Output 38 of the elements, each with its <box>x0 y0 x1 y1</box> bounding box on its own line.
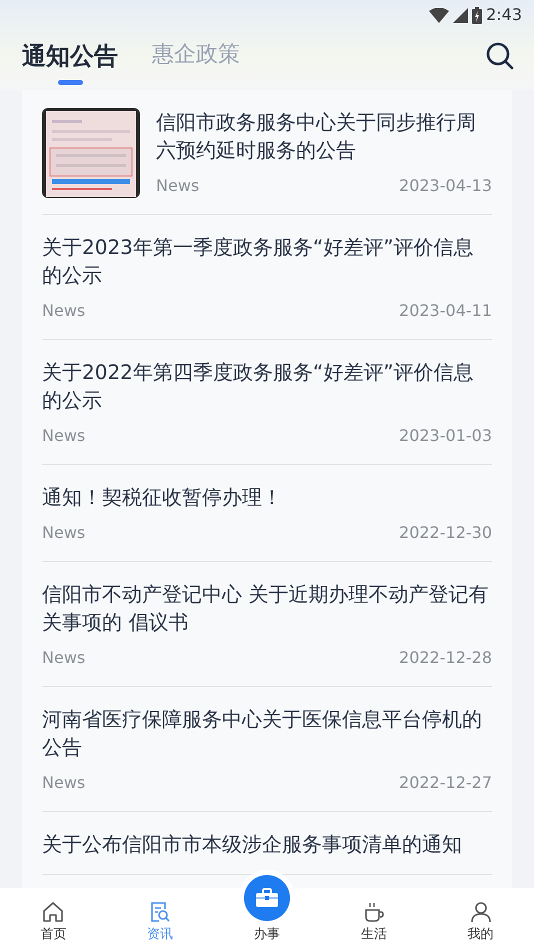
news-item[interactable]: 信阳市政务服务中心关于同步推行周六预约延时服务的公告 News 2023-04-13 <box>42 90 492 215</box>
nav-tab[interactable]: 生活 <box>338 900 409 944</box>
news-title: 信阳市政务服务中心关于同步推行周六预约延时服务的公告 <box>156 109 477 164</box>
news-source: News <box>42 772 86 794</box>
toolbox-icon <box>254 888 279 908</box>
nav-tab[interactable]: 我的 <box>446 900 516 944</box>
news-item[interactable]: 关于2022年第四季度政务服务“好差评”评价信息的公示 News 2023-01-03 <box>42 340 492 465</box>
document-search-icon <box>149 900 172 922</box>
news-source: News <box>42 522 86 544</box>
battery-icon <box>472 6 482 24</box>
news-date: 2023-04-13 <box>399 175 492 197</box>
news-item[interactable]: 河南省医疗保障服务中心关于医保信息平台停机的公告 News 2022-12-27 <box>42 687 492 812</box>
news-title: 通知！契税征收暂停办理！ <box>42 484 283 511</box>
news-date: 2022-12-30 <box>399 522 492 544</box>
news-source: News <box>42 647 86 669</box>
news-title: 河南省医疗保障服务中心关于医保信息平台停机的公告 <box>42 706 483 761</box>
nav-tab[interactable]: 首页 <box>18 900 88 944</box>
news-title: 关于公布信阳市市本级涉企服务事项清单的通知 <box>42 831 463 858</box>
home-icon <box>42 900 64 922</box>
news-date: 2023-04-11 <box>399 300 492 322</box>
news-source: News <box>42 425 86 447</box>
news-title: 关于2023年第一季度政务服务“好差评”评价信息的公示 <box>42 234 475 289</box>
news-date: 2022-12-27 <box>399 772 492 794</box>
search-icon[interactable] <box>486 42 514 70</box>
coffee-cup-icon <box>362 900 385 922</box>
news-date: 2023-01-03 <box>399 425 492 447</box>
news-date: 2022-12-28 <box>399 647 492 669</box>
signal-icon <box>453 8 468 22</box>
news-title: 信阳市不动产登记中心 关于近期办理不动产登记有关事项的 倡议书 <box>42 581 490 636</box>
news-source: News <box>42 300 86 322</box>
wifi-icon <box>429 8 450 22</box>
news-item[interactable]: 通知！契税征收暂停办理！ News 2022-12-30 <box>42 465 492 562</box>
person-icon <box>470 900 492 922</box>
news-source: News <box>156 175 200 197</box>
news-title: 关于2022年第四季度政务服务“好差评”评价信息的公示 <box>42 359 475 414</box>
news-item[interactable]: 信阳市不动产登记中心 关于近期办理不动产登记有关事项的 倡议书 News 2022-12-28 <box>42 562 492 687</box>
status-time: 2:43 <box>486 4 522 26</box>
news-item[interactable]: 关于2023年第一季度政务服务“好差评”评价信息的公示 News 2023-04-11 <box>42 215 492 340</box>
